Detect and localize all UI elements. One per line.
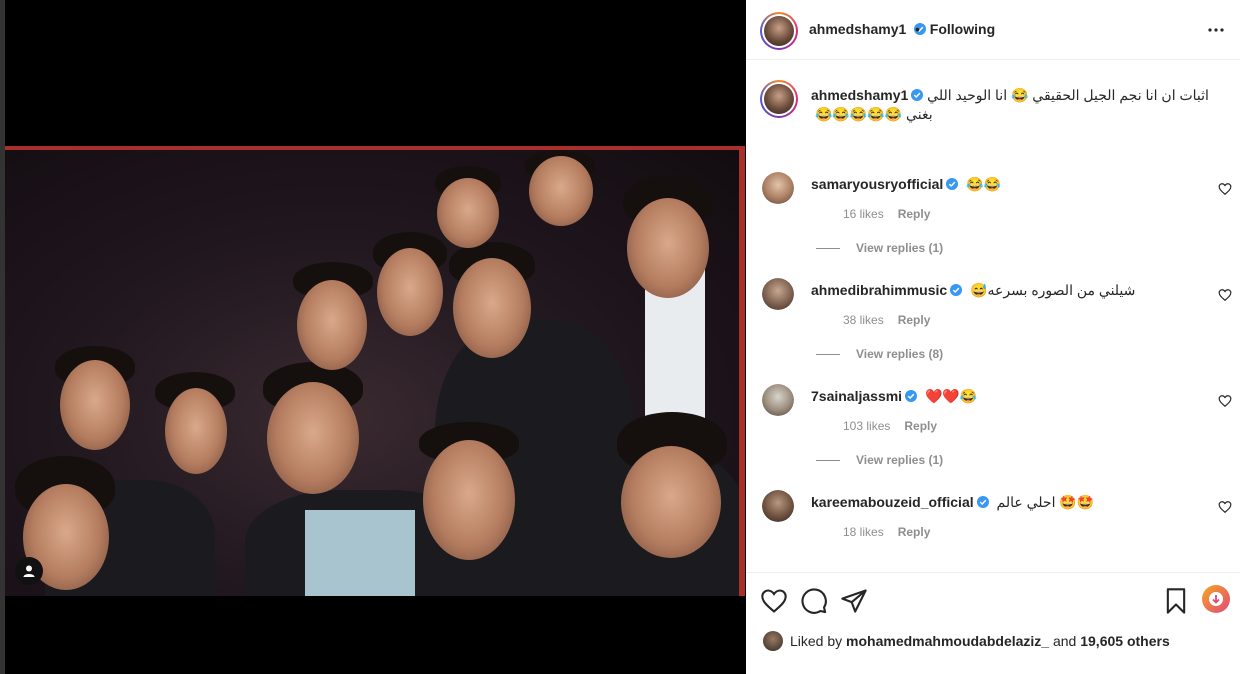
commenter-username[interactable]: ahmedibrahimmusic xyxy=(811,282,947,298)
caption-text: ahmedshamy1 اثبات ان انا نجم الجيل الحقي… xyxy=(811,86,1211,124)
commenter-avatar[interactable] xyxy=(762,172,794,204)
comment-line: samaryousryofficial 😂😂 xyxy=(811,175,1001,193)
commenter-username[interactable]: kareemabouzeid_official xyxy=(811,494,974,510)
comment-meta: 18 likes Reply xyxy=(843,525,930,539)
caption-username[interactable]: ahmedshamy1 xyxy=(811,87,908,103)
more-dots xyxy=(1208,28,1224,32)
figure-face xyxy=(627,198,709,298)
verified-badge-icon xyxy=(976,496,989,508)
comment-item: ahmedibrahimmusic شيلني من الصوره بسرعه😅… xyxy=(746,266,1240,372)
bookmark-icon[interactable] xyxy=(1162,587,1190,615)
reply-button[interactable]: Reply xyxy=(898,313,931,327)
view-replies-label: View replies (1) xyxy=(856,241,944,255)
comment-heart-icon[interactable] xyxy=(1218,394,1232,408)
figure-face xyxy=(267,382,359,494)
reply-button[interactable]: Reply xyxy=(898,525,931,539)
post-header: ahmedshamy1 • Following xyxy=(746,0,1240,60)
replies-dash xyxy=(816,459,840,461)
post-media[interactable] xyxy=(0,0,746,674)
verified-badge-icon xyxy=(911,89,924,101)
author-username[interactable]: ahmedshamy1 xyxy=(809,21,906,37)
comment-item: 7sainaljassmi ❤️❤️😂 103 likes Reply View … xyxy=(746,372,1240,478)
figure-face xyxy=(165,388,227,474)
figure-face xyxy=(529,156,593,226)
separator-dot: • xyxy=(915,21,920,37)
comment-text: 😂😂 xyxy=(966,176,1002,192)
figure-face xyxy=(377,248,443,336)
comment-likes[interactable]: 38 likes xyxy=(843,313,884,327)
figure-face xyxy=(297,280,367,370)
user-tag-glyph xyxy=(23,565,35,577)
view-replies-button[interactable]: View replies (1) xyxy=(816,453,943,467)
reply-button[interactable]: Reply xyxy=(904,419,937,433)
figure-face xyxy=(423,440,515,560)
comment-icon[interactable] xyxy=(800,587,828,615)
comment-text: احلي عالم 🤩🤩 xyxy=(996,494,1095,510)
verified-badge-icon xyxy=(905,390,918,402)
comment-likes[interactable]: 18 likes xyxy=(843,525,884,539)
figure-face xyxy=(621,446,721,558)
comment-item: kareemabouzeid_official احلي عالم 🤩🤩 18 … xyxy=(746,478,1240,570)
following-button[interactable]: Following xyxy=(930,21,995,37)
verified-badge-icon xyxy=(946,178,959,190)
comment-meta: 103 likes Reply xyxy=(843,419,937,433)
liker-avatar[interactable] xyxy=(763,631,783,651)
figure-face xyxy=(437,178,499,248)
comment-heart-icon[interactable] xyxy=(1218,500,1232,514)
replies-dash xyxy=(816,353,840,355)
comment-meta: 38 likes Reply xyxy=(843,313,930,327)
heart-icon[interactable] xyxy=(760,587,788,615)
scroll-down-icon[interactable] xyxy=(1202,585,1230,613)
commenter-avatar[interactable] xyxy=(762,278,794,310)
reply-button[interactable]: Reply xyxy=(898,207,931,221)
view-replies-label: View replies (8) xyxy=(856,347,944,361)
view-replies-button[interactable]: View replies (1) xyxy=(816,241,943,255)
comment-text: ❤️❤️😂 xyxy=(924,388,978,404)
comments-list[interactable]: samaryousryofficial 😂😂 16 likes Reply Vie… xyxy=(746,160,1240,570)
comment-text: شيلني من الصوره بسرعه😅 xyxy=(970,282,1136,298)
post-photo[interactable] xyxy=(5,146,745,596)
comment-likes[interactable]: 16 likes xyxy=(843,207,884,221)
figure-face xyxy=(60,360,130,450)
commenter-avatar[interactable] xyxy=(762,490,794,522)
commenter-username[interactable]: samaryousryofficial xyxy=(811,176,943,192)
replies-dash xyxy=(816,247,840,249)
share-icon[interactable] xyxy=(840,587,868,615)
follow-status: • Following xyxy=(909,21,995,37)
caption-author-avatar[interactable] xyxy=(760,80,798,118)
arrow-down-glyph xyxy=(1209,592,1223,606)
comment-meta: 16 likes Reply xyxy=(843,207,930,221)
post-caption: ahmedshamy1 اثبات ان انا نجم الجيل الحقي… xyxy=(746,60,1240,160)
comment-heart-icon[interactable] xyxy=(1218,288,1232,302)
likes-others[interactable]: 19,605 others xyxy=(1080,633,1170,649)
comment-likes[interactable]: 103 likes xyxy=(843,419,890,433)
author-avatar[interactable] xyxy=(760,12,798,50)
liked-by-conj: and xyxy=(1052,633,1077,649)
comment-item: samaryousryofficial 😂😂 16 likes Reply Vie… xyxy=(746,160,1240,266)
more-options-icon[interactable] xyxy=(1204,18,1228,42)
likes-summary: Liked by mohamedmahmoudabdelaziz_ and 19… xyxy=(763,631,1170,651)
user-tag-icon[interactable] xyxy=(15,557,43,585)
commenter-avatar[interactable] xyxy=(762,384,794,416)
post-actions-bar: Liked by mohamedmahmoudabdelaziz_ and 19… xyxy=(746,572,1240,674)
comment-line: kareemabouzeid_official احلي عالم 🤩🤩 xyxy=(811,493,1094,511)
comment-line: 7sainaljassmi ❤️❤️😂 xyxy=(811,387,977,405)
view-replies-button[interactable]: View replies (8) xyxy=(816,347,943,361)
liked-by-prefix: Liked by xyxy=(790,633,843,649)
verified-badge-icon xyxy=(950,284,963,296)
figure-shirt xyxy=(305,510,415,596)
figure-face xyxy=(453,258,531,358)
liker-username[interactable]: mohamedmahmoudabdelaziz_ xyxy=(846,633,1049,649)
view-replies-label: View replies (1) xyxy=(856,453,944,467)
comment-line: ahmedibrahimmusic شيلني من الصوره بسرعه😅 xyxy=(811,281,1135,299)
commenter-username[interactable]: 7sainaljassmi xyxy=(811,388,902,404)
comment-heart-icon[interactable] xyxy=(1218,182,1232,196)
post-side-panel: ahmedshamy1 • Following ahmedshamy1 اثبا… xyxy=(746,0,1240,674)
